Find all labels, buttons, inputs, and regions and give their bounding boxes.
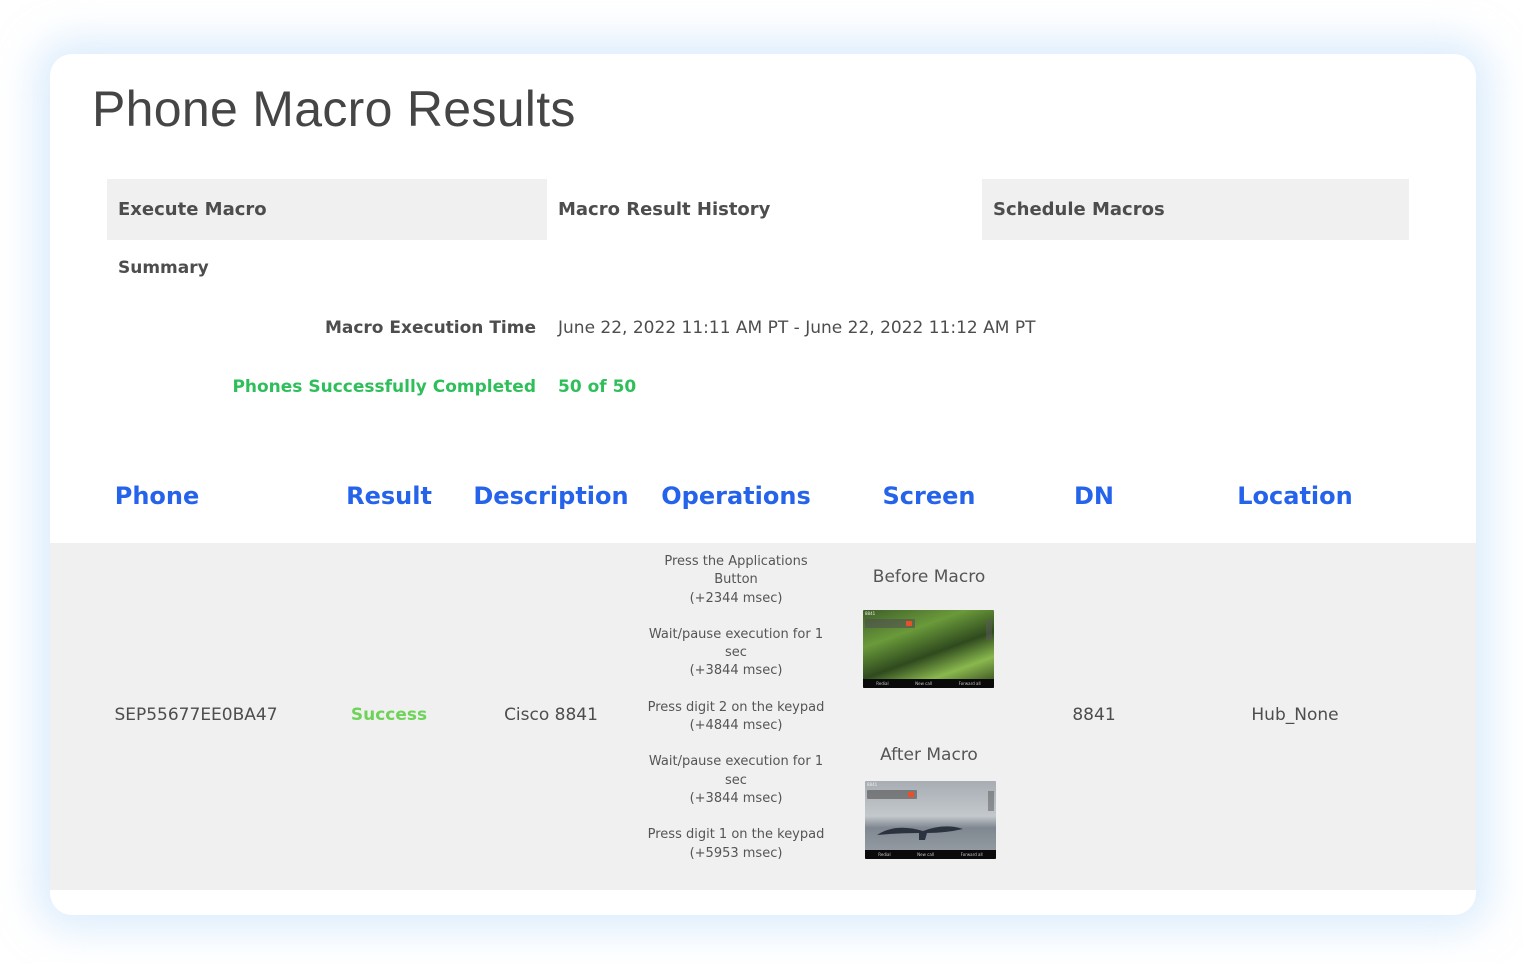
line-key (865, 619, 915, 628)
softkey-forward-all: Forward all (960, 852, 983, 857)
after-macro-screenshot[interactable]: 8841 Redial New call Forward all (865, 781, 996, 859)
summary-heading: Summary (118, 258, 209, 278)
screenshot-line-label: 8841 (865, 611, 876, 616)
status-indicator (908, 792, 914, 797)
column-header-result[interactable]: Result (346, 482, 432, 510)
execution-time-value: June 22, 2022 11:11 AM PT - June 22, 202… (558, 318, 1036, 338)
results-card: Phone Macro Results Execute Macro Macro … (50, 54, 1476, 915)
status-indicator (906, 621, 912, 626)
tab-macro-result-history[interactable]: Macro Result History (547, 179, 982, 240)
operation-item: Press the Applications Button (+2344 msec… (664, 554, 808, 606)
operations-cell: Press the Applications Button (+2344 msec… (638, 553, 834, 881)
completed-label: Phones Successfully Completed (232, 377, 536, 397)
completed-value: 50 of 50 (558, 377, 637, 397)
column-header-description[interactable]: Description (473, 482, 628, 510)
side-buttons (988, 791, 994, 811)
operation-item: Wait/pause execution for 1 sec (+3844 mse… (648, 626, 824, 679)
softkey-bar: Redial New call Forward all (863, 679, 994, 688)
operation-item: Press digit 1 on the keypad (+5953 msec) (647, 827, 825, 861)
execution-time-label: Macro Execution Time (324, 318, 536, 338)
tab-bar: Execute Macro Macro Result History Sched… (107, 179, 1409, 240)
before-macro-screenshot[interactable]: 8841 Redial New call Forward all (863, 610, 994, 688)
description-cell: Cisco 8841 (504, 705, 598, 725)
operation-item: Press digit 2 on the keypad (+4844 msec) (647, 699, 825, 734)
softkey-new-call: New call (915, 681, 933, 686)
screenshot-line-label: 8841 (867, 782, 878, 787)
side-buttons (986, 620, 992, 640)
column-header-screen[interactable]: Screen (883, 482, 976, 510)
softkey-forward-all: Forward all (958, 681, 981, 686)
whale-tail-image (877, 826, 963, 840)
dn-cell: 8841 (1072, 705, 1116, 725)
after-macro-label: After Macro (880, 745, 978, 765)
operation-item: Wait/pause execution for 1 sec (+3844 mse… (648, 754, 824, 806)
tab-schedule-macros[interactable]: Schedule Macros (982, 179, 1409, 240)
softkey-redial: Redial (876, 681, 889, 686)
softkey-redial: Redial (878, 852, 891, 857)
column-header-dn[interactable]: DN (1074, 482, 1114, 510)
softkey-bar: Redial New call Forward all (865, 850, 996, 859)
column-header-phone[interactable]: Phone (115, 482, 200, 510)
softkey-new-call: New call (917, 852, 935, 857)
before-macro-label: Before Macro (872, 567, 986, 587)
completed-row: Phones Successfully Completed 50 of 50 (50, 377, 1476, 401)
line-key (867, 790, 917, 799)
table-header: Phone Result Description Operations Scre… (50, 482, 1476, 522)
phone-cell: SEP55677EE0BA47 (114, 705, 278, 725)
page-title: Phone Macro Results (92, 81, 576, 137)
location-cell: Hub_None (1251, 705, 1339, 725)
tab-execute-macro[interactable]: Execute Macro (107, 179, 547, 240)
result-cell: Success (350, 705, 428, 725)
execution-time-row: Macro Execution Time June 22, 2022 11:11… (50, 318, 1476, 342)
table-row: SEP55677EE0BA47 Success Cisco 8841 Press… (50, 543, 1476, 890)
column-header-operations[interactable]: Operations (661, 482, 810, 510)
column-header-location[interactable]: Location (1237, 482, 1352, 510)
